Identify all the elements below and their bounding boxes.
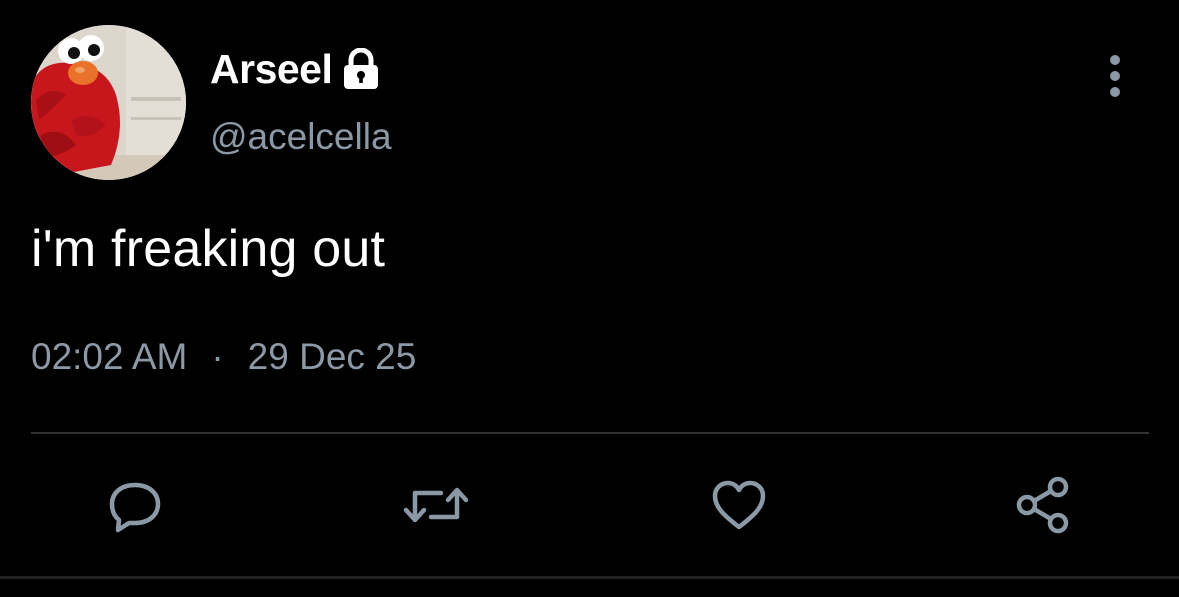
bottom-divider: [0, 576, 1179, 579]
lock-icon: [342, 47, 380, 90]
author-name-row: Arseel: [210, 44, 380, 94]
like-button[interactable]: [704, 470, 774, 540]
tweet-date: 29 Dec 25: [247, 336, 417, 377]
more-vertical-icon[interactable]: [1098, 53, 1132, 99]
tweet-text: i'm freaking out: [31, 220, 386, 278]
share-icon: [1013, 475, 1073, 535]
tweet-card: Arseel @acelcella i'm freaking out 02:02…: [0, 0, 1179, 597]
author-display-name[interactable]: Arseel: [210, 44, 333, 94]
divider: [31, 432, 1149, 434]
reply-button[interactable]: [100, 470, 170, 540]
avatar[interactable]: [31, 25, 186, 180]
action-bar: [0, 470, 1179, 540]
tweet-timestamp: 02:02 AM · 29 Dec 25: [31, 332, 416, 382]
retweet-icon: [401, 475, 471, 535]
tweet-time: 02:02 AM: [31, 336, 188, 377]
heart-icon: [709, 475, 769, 535]
reply-icon: [105, 475, 165, 535]
meta-separator: ·: [211, 336, 224, 377]
share-button[interactable]: [1008, 470, 1078, 540]
retweet-button[interactable]: [401, 470, 471, 540]
author-handle[interactable]: @acelcella: [210, 113, 392, 161]
